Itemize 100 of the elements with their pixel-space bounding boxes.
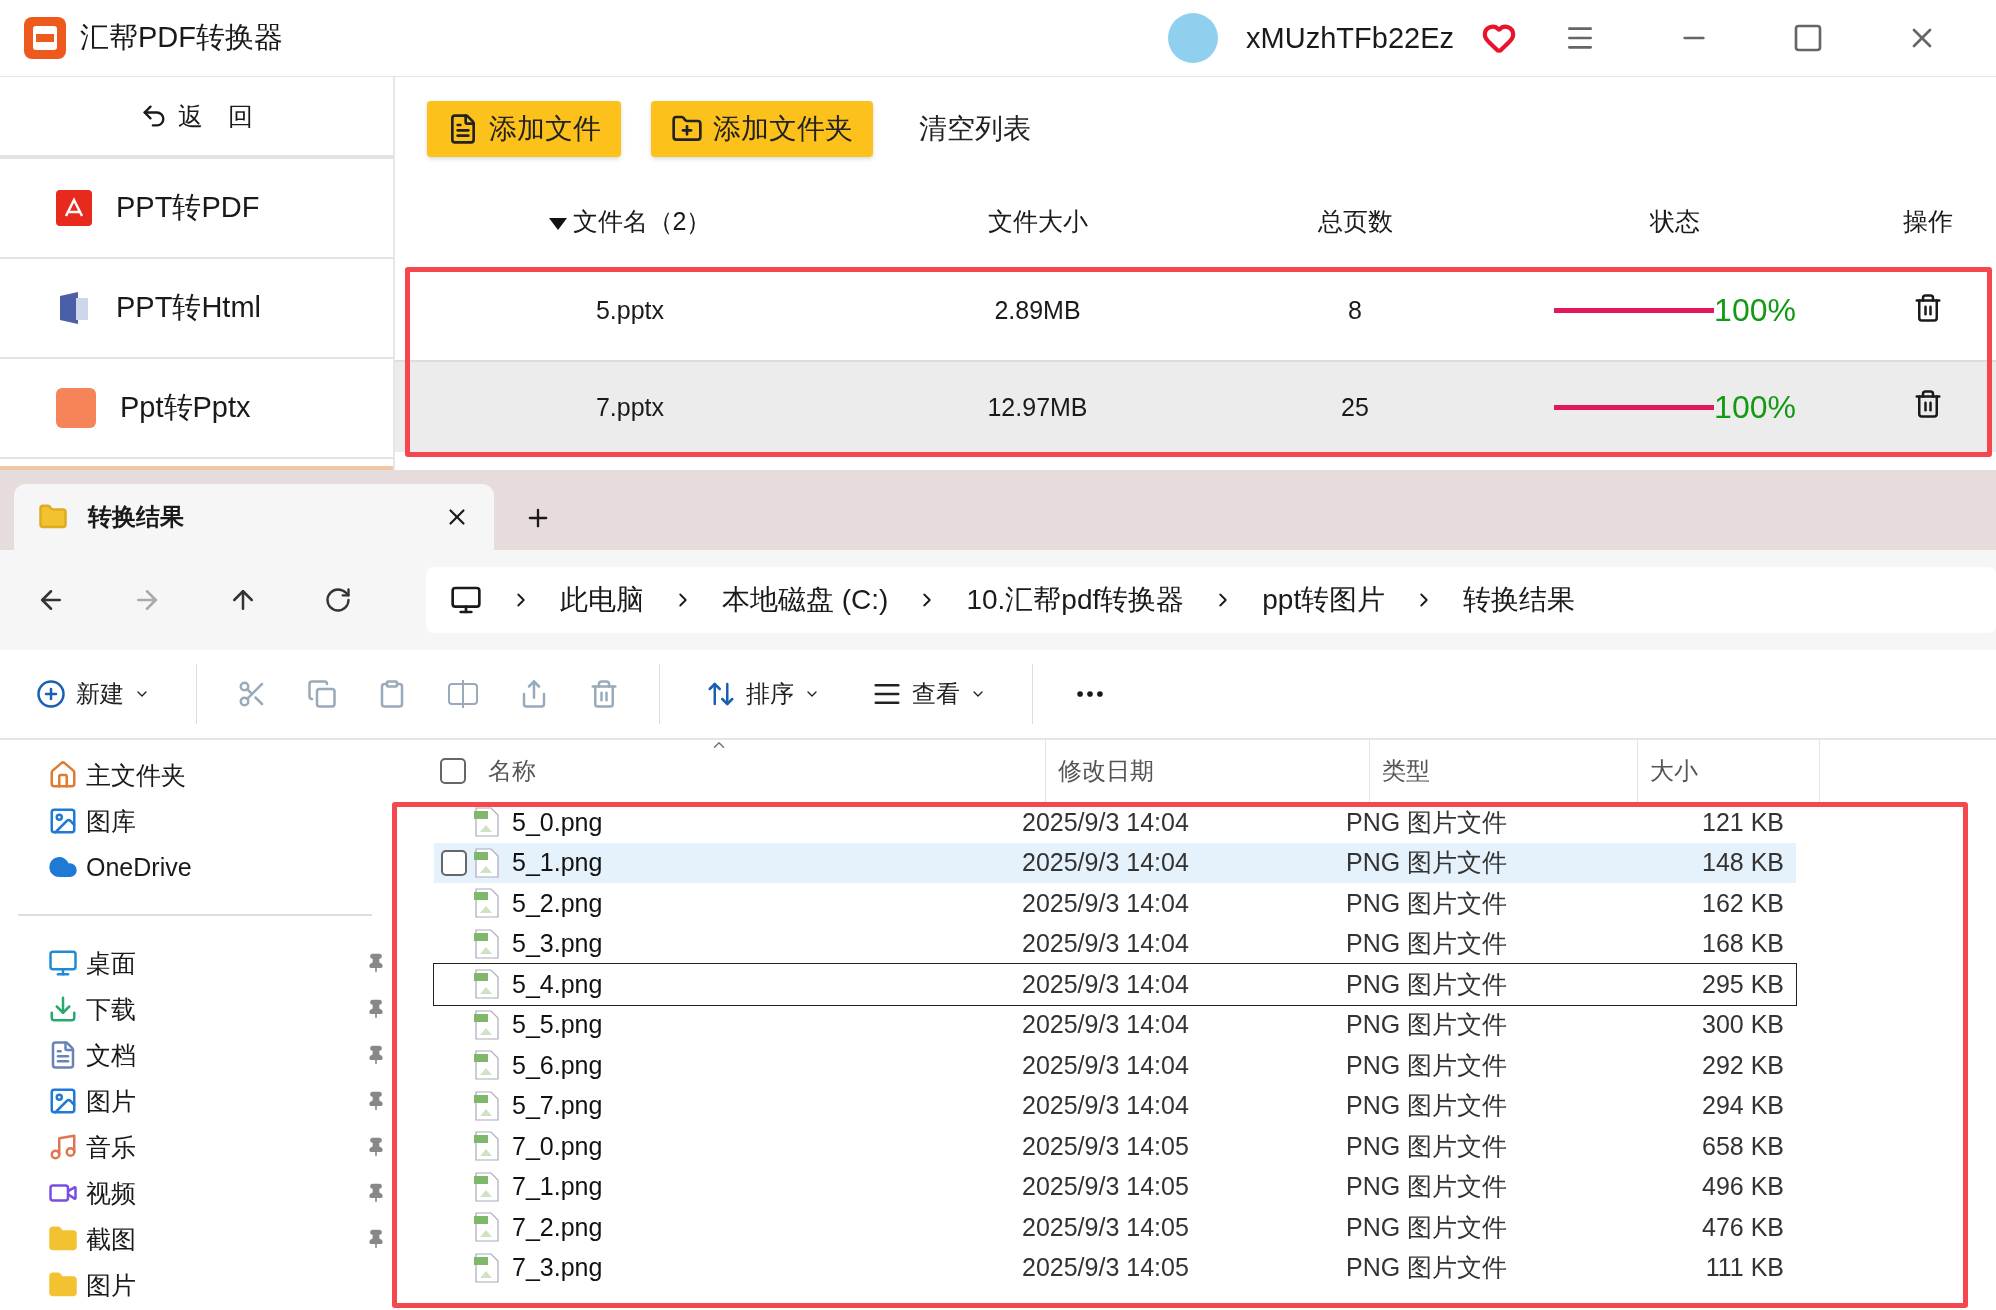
column-header: 操作 xyxy=(1902,205,1954,237)
nav-item[interactable]: 主文件夹 xyxy=(48,752,400,798)
image-file-icon xyxy=(474,969,500,1000)
file-size: 295 KB xyxy=(1701,969,1784,999)
add-file-button[interactable]: 添加文件 xyxy=(427,101,621,157)
column-header[interactable]: 大小 xyxy=(1638,740,1820,802)
file-name: 7_0.png xyxy=(512,1131,604,1161)
file-row[interactable]: 5_3.png 2025/9/3 14:04 PNG 图片文件 168 KB xyxy=(434,923,1796,964)
refresh-icon[interactable] xyxy=(324,586,352,614)
clear-list-button[interactable]: 清空列表 xyxy=(913,109,1037,149)
pin-icon[interactable] xyxy=(366,1183,386,1203)
image-file-icon xyxy=(474,1171,500,1202)
breadcrumb[interactable]: 转换结果 xyxy=(1463,581,1576,619)
heart-icon[interactable] xyxy=(1482,21,1516,55)
column-header[interactable]: 名称 xyxy=(488,755,536,787)
file-row[interactable]: 7_2.png 2025/9/3 14:05 PNG 图片文件 476 KB xyxy=(434,1207,1796,1248)
column-header[interactable]: 类型 xyxy=(1370,740,1638,802)
image-file-icon xyxy=(474,807,500,838)
nav-item[interactable]: 图库 xyxy=(48,798,400,844)
rename-icon[interactable] xyxy=(447,679,479,709)
nav-item[interactable]: OneDrive xyxy=(48,844,400,890)
pin-icon[interactable] xyxy=(366,999,386,1019)
image-file-icon xyxy=(474,1050,500,1081)
file-size: 12.97MB xyxy=(986,392,1089,422)
copy-icon[interactable] xyxy=(307,679,337,709)
add-folder-button[interactable]: 添加文件夹 xyxy=(651,101,873,157)
select-all-checkbox[interactable] xyxy=(440,758,466,784)
modified-date: 2025/9/3 14:04 xyxy=(1022,1091,1190,1121)
modified-date: 2025/9/3 14:04 xyxy=(1022,848,1190,878)
explorer-tab[interactable]: 转换结果 xyxy=(14,484,494,550)
file-type: PNG 图片文件 xyxy=(1346,887,1509,919)
nav-item[interactable]: 截图 xyxy=(48,1216,400,1262)
music-icon xyxy=(48,1132,78,1162)
column-header[interactable]: 修改日期 xyxy=(1046,740,1370,802)
breadcrumb[interactable]: ppt转图片 xyxy=(1262,581,1386,619)
file-row[interactable]: 5_4.png 2025/9/3 14:04 PNG 图片文件 295 KB xyxy=(434,964,1796,1005)
file-name: 5_7.png xyxy=(512,1091,604,1121)
file-row[interactable]: 7_3.png 2025/9/3 14:05 PNG 图片文件 111 KB xyxy=(434,1247,1796,1288)
row-checkbox[interactable] xyxy=(441,849,467,876)
breadcrumb[interactable]: 本地磁盘 (C:) xyxy=(722,581,889,619)
file-row[interactable]: 7_1.png 2025/9/3 14:05 PNG 图片文件 496 KB xyxy=(434,1166,1796,1207)
column-header: 文件大小 xyxy=(986,205,1089,237)
file-type: PNG 图片文件 xyxy=(1346,1252,1509,1284)
image-file-icon xyxy=(474,847,500,878)
nav-item[interactable]: 桌面 xyxy=(48,940,400,986)
file-row[interactable]: 7_0.png 2025/9/3 14:05 PNG 图片文件 658 KB xyxy=(434,1126,1796,1167)
download-icon xyxy=(48,994,78,1024)
back-button[interactable]: 返 回 xyxy=(0,77,393,159)
plus-icon xyxy=(36,679,66,709)
image-file-icon xyxy=(474,1131,500,1162)
column-header: 状态 xyxy=(1648,205,1701,237)
breadcrumb[interactable]: 此电脑 xyxy=(560,581,644,619)
user-name: xMUzhTFb22Ez xyxy=(1246,21,1454,55)
file-row[interactable]: 5_0.png 2025/9/3 14:04 PNG 图片文件 121 KB xyxy=(434,802,1796,843)
file-row[interactable]: 5_7.png 2025/9/3 14:04 PNG 图片文件 294 KB xyxy=(434,1085,1796,1126)
file-name: 7_3.png xyxy=(512,1253,604,1283)
new-button[interactable]: 新建 xyxy=(30,677,156,711)
breadcrumb[interactable]: 10.汇帮pdf转换器 xyxy=(966,581,1185,619)
file-size: 496 KB xyxy=(1701,1172,1784,1202)
nav-item[interactable]: 文档 xyxy=(48,1032,400,1078)
file-type: PNG 图片文件 xyxy=(1346,1130,1509,1162)
column-header[interactable]: 文件名（2） xyxy=(405,204,855,238)
sidebar-item[interactable]: PPT转PDF xyxy=(0,159,393,259)
file-row[interactable]: 7.pptx 12.97MB 25 100% xyxy=(395,362,1996,452)
nav-item[interactable]: 音乐 xyxy=(48,1124,400,1170)
maximize-icon[interactable] xyxy=(1792,22,1824,54)
modified-date: 2025/9/3 14:04 xyxy=(1022,1010,1190,1040)
file-row[interactable]: 5_1.png 2025/9/3 14:04 PNG 图片文件 148 KB xyxy=(434,842,1796,883)
nav-item[interactable]: 视频 xyxy=(48,1170,400,1216)
nav-item[interactable]: 下载 xyxy=(48,986,400,1032)
delete-icon[interactable] xyxy=(1913,389,1943,419)
file-type: PNG 图片文件 xyxy=(1346,928,1509,960)
file-type: PNG 图片文件 xyxy=(1346,806,1509,838)
file-row[interactable]: 5_5.png 2025/9/3 14:04 PNG 图片文件 300 KB xyxy=(434,1004,1796,1045)
modified-date: 2025/9/3 14:04 xyxy=(1022,929,1190,959)
sidebar-item[interactable]: PPT转Html xyxy=(0,259,393,359)
file-name: 5_1.png xyxy=(512,848,604,878)
pin-icon[interactable] xyxy=(366,1229,386,1249)
image-file-icon xyxy=(474,1009,500,1040)
sort-button[interactable]: 排序 xyxy=(700,677,826,711)
file-row[interactable]: 5_6.png 2025/9/3 14:04 PNG 图片文件 292 KB xyxy=(434,1045,1796,1086)
nav-item[interactable]: 图片 xyxy=(48,1078,400,1124)
nav-item[interactable]: 图片 xyxy=(48,1262,400,1308)
file-name: 7_1.png xyxy=(512,1172,604,1202)
view-button[interactable]: 查看 xyxy=(866,677,992,711)
file-row[interactable]: 5_2.png 2025/9/3 14:04 PNG 图片文件 162 KB xyxy=(434,883,1796,924)
modified-date: 2025/9/3 14:05 xyxy=(1022,1212,1190,1242)
file-name: 5_3.png xyxy=(512,929,604,959)
tab-title: 转换结果 xyxy=(88,502,185,532)
progress-percent: 100% xyxy=(1714,388,1796,426)
pin-icon[interactable] xyxy=(366,1137,386,1157)
file-name: 5_0.png xyxy=(512,807,604,837)
delete-icon[interactable] xyxy=(1913,292,1943,323)
pin-icon[interactable] xyxy=(366,953,386,973)
pin-icon[interactable] xyxy=(366,1091,386,1111)
file-type: PNG 图片文件 xyxy=(1346,1090,1509,1122)
file-name: 7_2.png xyxy=(512,1212,604,1242)
pin-icon[interactable] xyxy=(366,1045,386,1065)
file-size: 121 KB xyxy=(1701,807,1784,837)
home-icon xyxy=(48,760,78,790)
